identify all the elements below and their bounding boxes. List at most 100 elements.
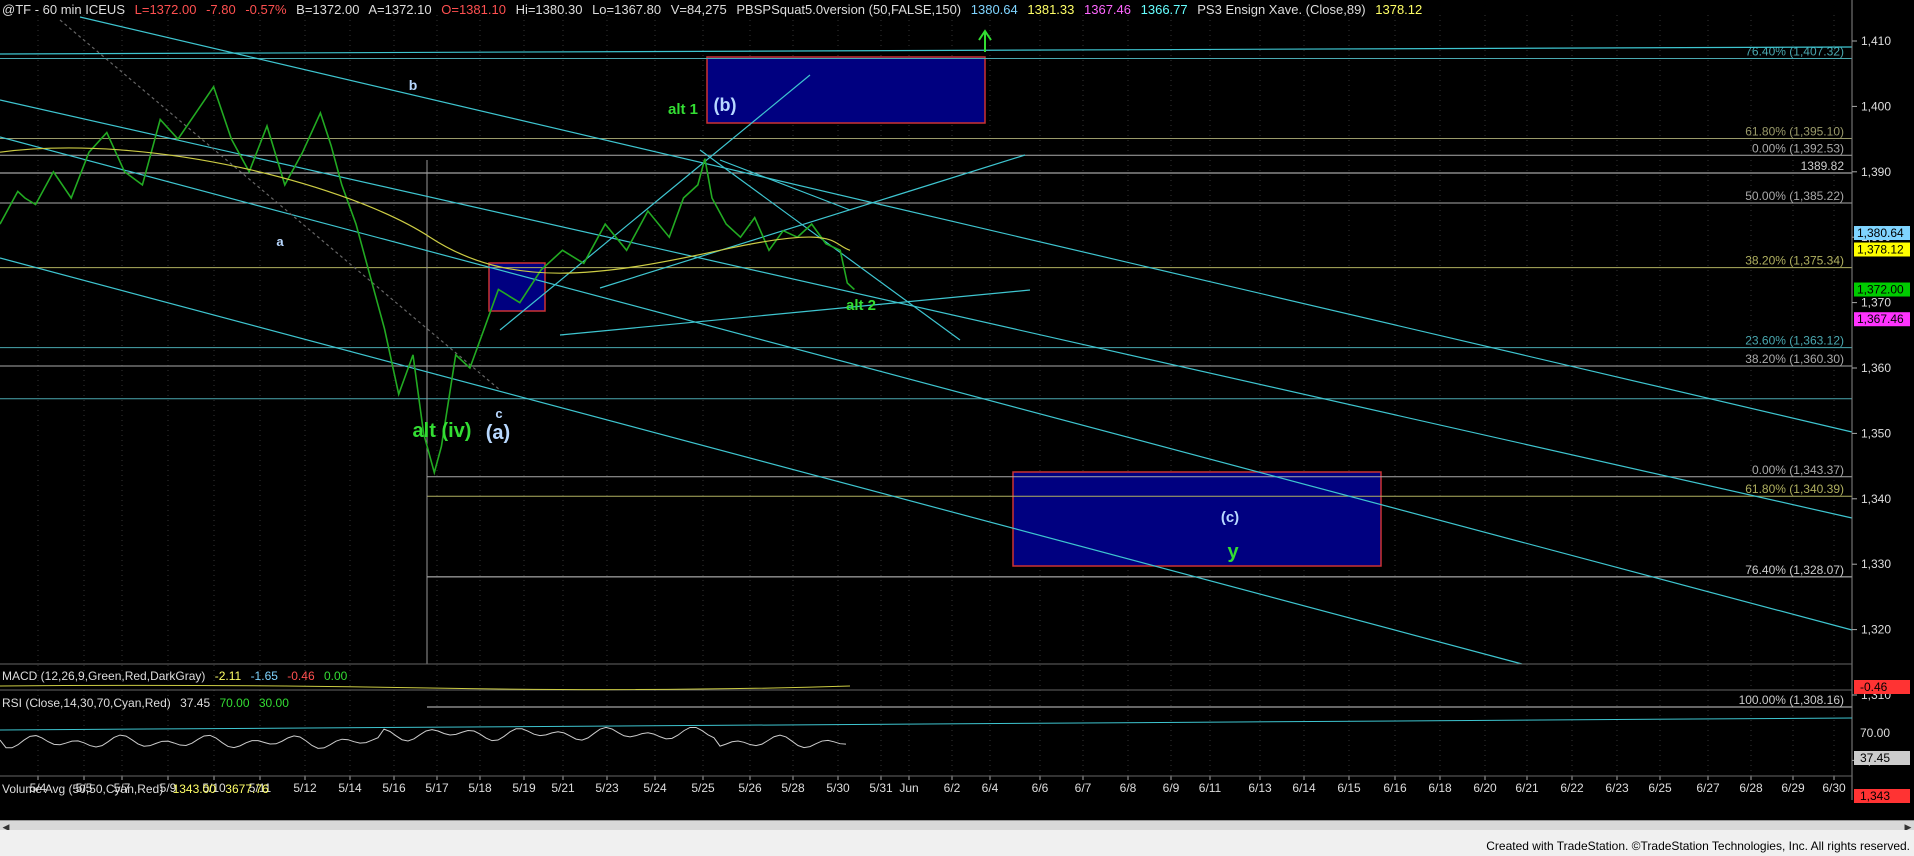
date-tick-label: 6/4 bbox=[982, 781, 999, 795]
up-arrow-icon bbox=[978, 29, 992, 52]
channel-line bbox=[499, 74, 811, 331]
fib-label: 76.40% (1,328.07) bbox=[1745, 563, 1844, 577]
footer: Created with TradeStation. ©TradeStation… bbox=[0, 830, 1914, 856]
date-tick-label: 6/21 bbox=[1515, 781, 1539, 795]
price-tick-label: 1,320 bbox=[1861, 623, 1891, 637]
fib-label: 38.20% (1,360.30) bbox=[1745, 352, 1844, 366]
ps3-value: 1378.12 bbox=[1375, 2, 1423, 17]
open: O=1381.10 bbox=[441, 2, 506, 17]
date-tick-label: 6/23 bbox=[1605, 781, 1629, 795]
volume-legend: Volume Avg (50,50,Cyan,Red) 1343.00 3677… bbox=[2, 782, 275, 796]
rsi-value-3: 30.00 bbox=[258, 696, 289, 710]
date-tick-label: 6/2 bbox=[944, 781, 961, 795]
date-tick-label: 5/30 bbox=[826, 781, 850, 795]
study-value-2: 1381.33 bbox=[1027, 2, 1075, 17]
date-tick-label: Jun bbox=[899, 781, 918, 795]
rsi-tag-label: 37.45 bbox=[1860, 751, 1890, 765]
study-value-4: 1366.77 bbox=[1140, 2, 1188, 17]
date-tick-label: 5/16 bbox=[382, 781, 406, 795]
volume-value-1: 1343.00 bbox=[172, 782, 216, 796]
credit-text: Created with TradeStation. ©TradeStation… bbox=[1486, 839, 1910, 853]
date-tick-label: 5/26 bbox=[738, 781, 762, 795]
macd-legend: MACD (12,26,9,Green,Red,DarkGray) -2.11 … bbox=[2, 669, 353, 683]
price-tick-label: 1,340 bbox=[1861, 492, 1891, 506]
price-tick-label: 1,350 bbox=[1861, 426, 1891, 440]
channel-line bbox=[0, 46, 1853, 55]
volume-label: Volume Avg (50,50,Cyan,Red) bbox=[2, 782, 164, 796]
date-axis: 5/4 5/5 5/7 5/9 5/10 5/11 5/12 5/14 5/16 5/17 5/18… bbox=[0, 775, 1852, 795]
rsi-value-1: 37.45 bbox=[180, 696, 211, 710]
date-tick-label: 6/28 bbox=[1739, 781, 1763, 795]
wave-label: (a) bbox=[486, 422, 510, 444]
price-tick-label: 1,400 bbox=[1861, 99, 1891, 113]
date-tick-label: 6/25 bbox=[1648, 781, 1672, 795]
ps3-name: PS3 Ensign Xave. (Close,89) bbox=[1197, 2, 1366, 17]
date-tick-label: 6/11 bbox=[1199, 781, 1222, 795]
fib-label: 23.60% (1,363.12) bbox=[1745, 334, 1844, 348]
date-tick-label: 5/19 bbox=[512, 781, 536, 795]
symbol: @TF - 60 min ICEUS bbox=[2, 2, 125, 17]
fib-label: 0.00% (1,343.37) bbox=[1752, 463, 1844, 477]
bid: B=1372.00 bbox=[296, 2, 360, 17]
date-tick-label: 6/6 bbox=[1032, 781, 1049, 795]
price-axis: 1,3001,3101,3201,3301,3401,3501,3601,370… bbox=[1851, 0, 1914, 820]
wave-label: alt 1 bbox=[668, 101, 698, 118]
fib-label: 61.80% (1,340.39) bbox=[1745, 482, 1844, 496]
fib-label: 100.00% (1,308.16) bbox=[1739, 693, 1844, 707]
fib-label: 1389.82 bbox=[1801, 159, 1845, 173]
study-value-1: 1380.64 bbox=[970, 2, 1018, 17]
macd-value-2: -1.65 bbox=[250, 669, 278, 683]
last-price: L=1372.00 bbox=[134, 2, 197, 17]
fib-label: 0.00% (1,392.53) bbox=[1752, 141, 1844, 155]
price-tick-label: 1,390 bbox=[1861, 165, 1891, 179]
date-tick-label: 6/7 bbox=[1075, 781, 1092, 795]
rsi-value-2: 70.00 bbox=[219, 696, 250, 710]
price-tick-label: 1,370 bbox=[1861, 296, 1891, 310]
date-tick-label: 5/25 bbox=[691, 781, 715, 795]
date-tick-label: 6/18 bbox=[1428, 781, 1452, 795]
fib-label: 61.80% (1,395.10) bbox=[1745, 124, 1844, 138]
date-tick-label: 6/20 bbox=[1473, 781, 1497, 795]
date-tick-label: 5/18 bbox=[468, 781, 492, 795]
chart-header: @TF - 60 min ICEUS L=1372.00 -7.80 -0.57… bbox=[2, 2, 1428, 17]
price-tag-label: 1,378.12 bbox=[1857, 242, 1904, 256]
high: Hi=1380.30 bbox=[515, 2, 583, 17]
channel-line bbox=[559, 289, 1031, 336]
volume-value-2: 3677.76 bbox=[225, 782, 269, 796]
price-tick-label: 1,330 bbox=[1861, 557, 1891, 571]
fib-levels: 76.40% (1,407.32)61.80% (1,395.10)0.00% … bbox=[0, 45, 1852, 708]
macd-label: MACD (12,26,9,Green,Red,DarkGray) bbox=[2, 669, 206, 683]
rsi-legend: RSI (Close,14,30,70,Cyan,Red) 37.45 70.0… bbox=[2, 696, 295, 710]
wave-label: alt (iv) bbox=[413, 420, 472, 442]
zone-b bbox=[706, 56, 986, 124]
rsi-70-line bbox=[0, 717, 1853, 731]
date-tick-label: 5/12 bbox=[293, 781, 317, 795]
price-tick-label: 1,410 bbox=[1861, 34, 1891, 48]
volume: V=84,275 bbox=[670, 2, 727, 17]
channel-line bbox=[719, 159, 851, 211]
wave-label: b bbox=[409, 77, 418, 93]
change-pct: -0.57% bbox=[245, 2, 287, 17]
date-tick-label: 5/28 bbox=[781, 781, 805, 795]
fib-label: 38.20% (1,375.34) bbox=[1745, 254, 1844, 268]
channel-line bbox=[0, 136, 1853, 631]
date-tick-label: 6/13 bbox=[1248, 781, 1272, 795]
macd-value-1: -2.11 bbox=[214, 669, 242, 683]
date-tick-label: 5/23 bbox=[595, 781, 619, 795]
rsi-line bbox=[0, 726, 847, 749]
low: Lo=1367.80 bbox=[592, 2, 662, 17]
wave-label: y bbox=[1227, 541, 1239, 563]
date-tick-label: 6/14 bbox=[1292, 781, 1316, 795]
channel-line bbox=[0, 257, 1523, 665]
fib-label: 50.00% (1,385.22) bbox=[1745, 189, 1844, 203]
date-tick-label: 6/27 bbox=[1696, 781, 1720, 795]
wave-label: alt 2 bbox=[846, 297, 876, 314]
date-tick-label: 5/21 bbox=[551, 781, 575, 795]
study-name: PBSPSquat5.0version (50,FALSE,150) bbox=[736, 2, 962, 17]
zone-c bbox=[1012, 471, 1382, 567]
date-tick-label: 6/9 bbox=[1163, 781, 1180, 795]
macd-tag-label: -0.46 bbox=[1860, 680, 1888, 694]
date-tick-label: 5/24 bbox=[643, 781, 667, 795]
chart-grid bbox=[37, 15, 1835, 776]
wave-label: (b) bbox=[714, 95, 737, 115]
